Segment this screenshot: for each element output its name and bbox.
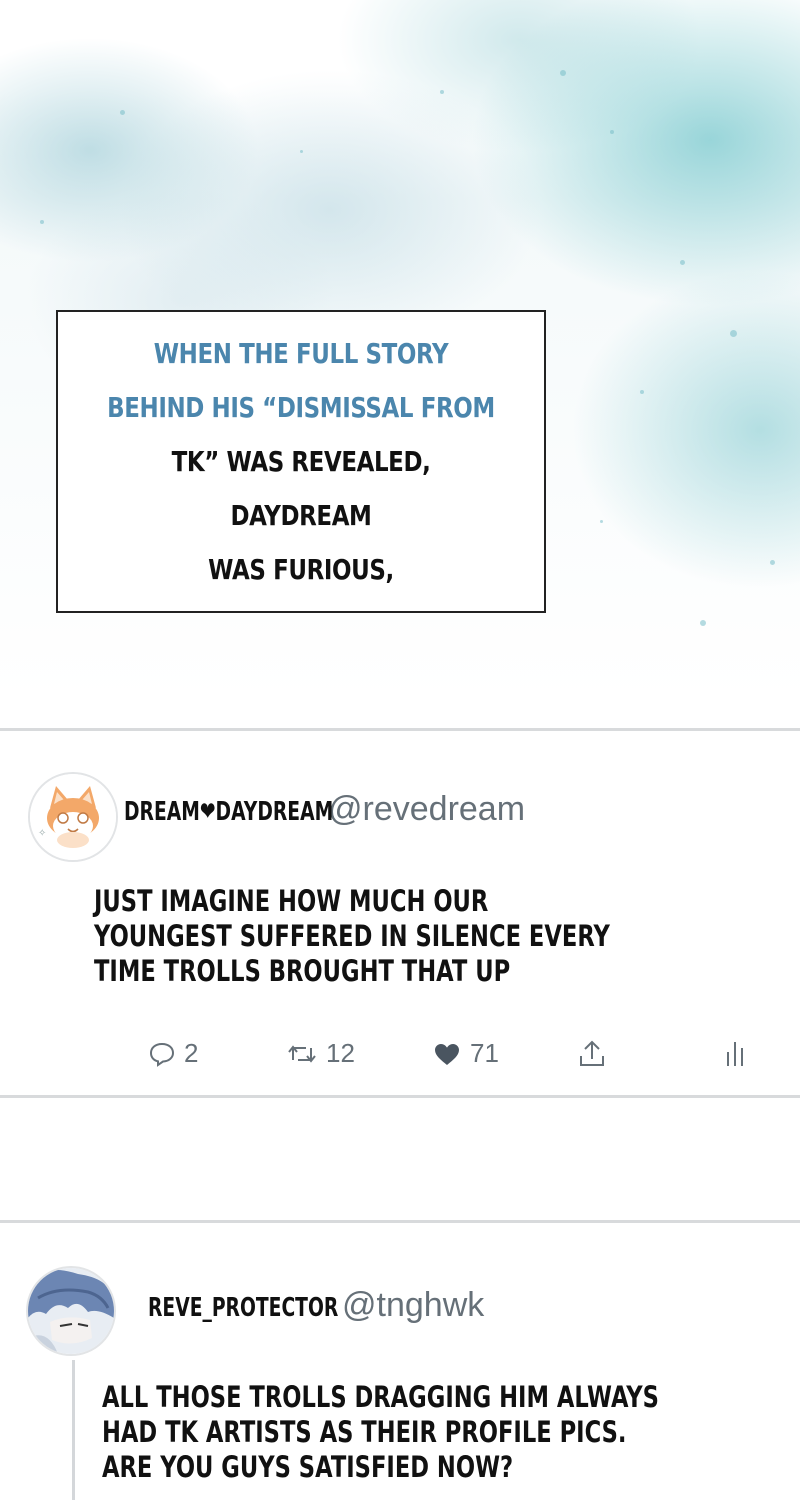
share-button[interactable] [576,1038,608,1070]
post2-divider-top [0,1220,800,1223]
post2-username[interactable]: @tnghwk [342,1286,484,1325]
post2-text-line: HAD TK ARTISTS AS THEIR PROFILE PICS. [102,1415,627,1449]
reply-count: 2 [184,1038,199,1068]
narration-line: TK” WAS REVEALED, DAYDREAM [171,444,431,532]
post1-text: JUST IMAGINE HOW MUCH OUR YOUNGEST SUFFE… [94,884,610,989]
retweet-button[interactable]: 12 [286,1038,355,1069]
post2-text-line: ARE YOU GUYS SATISFIED NOW? [102,1450,514,1484]
post1-text-line: TIME TROLLS BROUGHT THAT UP [94,954,511,988]
narration-text: WHEN THE FULL STORY BEHIND HIS “DISMISSA… [104,327,498,597]
like-button[interactable]: 71 [432,1038,499,1069]
like-count: 71 [470,1038,499,1068]
cat-avatar-icon: ✧ [30,774,116,860]
analytics-button[interactable] [724,1038,748,1068]
thread-connector-line [72,1360,75,1500]
post1-text-line: JUST IMAGINE HOW MUCH OUR [94,884,489,918]
retweet-icon [288,1044,316,1063]
post1-handle-row: DREAM❤DAYDREAM @revedream [124,790,525,829]
post1-text-line: YOUNGEST SUFFERED IN SILENCE EVERY [94,919,610,953]
post2-display-name[interactable]: REVE_PROTECTOR [148,1293,338,1323]
character-avatar-icon[interactable] [26,1266,116,1356]
post2-text: ALL THOSE TROLLS DRAGGING HIM ALWAYS HAD… [102,1380,659,1485]
post1-display-name[interactable]: DREAM❤DAYDREAM [124,797,333,827]
narration-line: WAS FURIOUS, [208,552,394,586]
share-icon [580,1040,604,1066]
character-avatar-icon [28,1268,114,1354]
reply-button[interactable]: 2 [148,1038,198,1069]
retweet-count: 12 [326,1038,355,1068]
post2-handle-row: REVE_PROTECTOR @tnghwk [148,1286,484,1325]
post-divider-top [0,728,800,731]
narration-box: WHEN THE FULL STORY BEHIND HIS “DISMISSA… [56,310,546,613]
post1-username[interactable]: @revedream [328,790,525,829]
post2-text-line: ALL THOSE TROLLS DRAGGING HIM ALWAYS [102,1380,659,1414]
cat-avatar-icon[interactable]: ✧ [28,772,118,862]
heart-icon [435,1043,459,1065]
svg-text:✧: ✧ [38,828,46,839]
reply-icon [149,1042,175,1067]
analytics-icon [727,1042,743,1066]
post1-action-bar: 2 12 71 [0,1038,800,1078]
post-divider-bottom [0,1095,800,1098]
narration-line: BEHIND HIS “DISMISSAL FROM [107,390,495,424]
narration-line: WHEN THE FULL STORY [153,336,449,370]
